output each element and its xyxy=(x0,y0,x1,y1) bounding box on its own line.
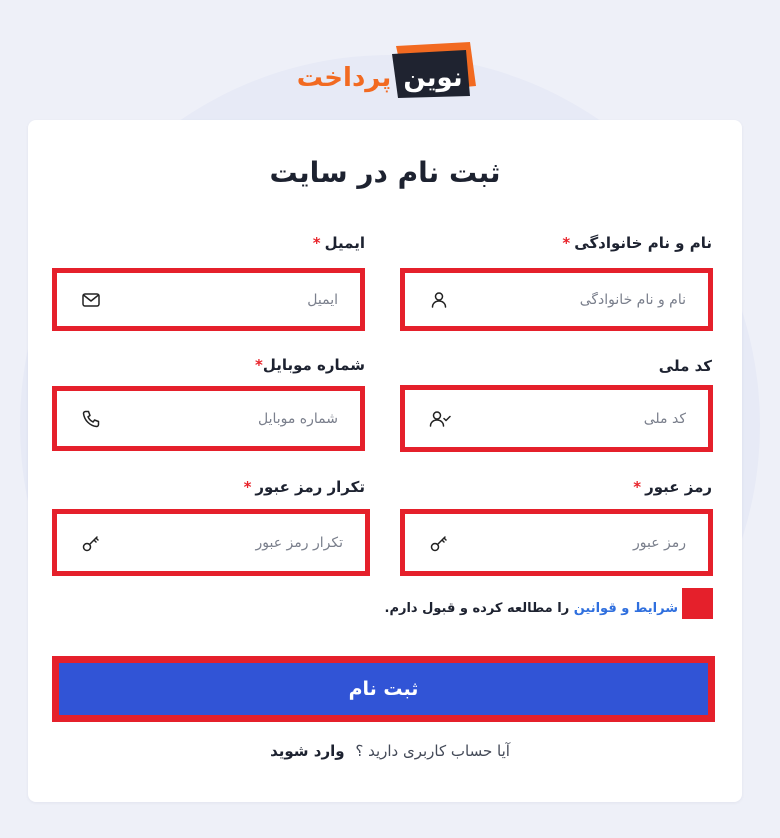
submit-button[interactable]: ثبت نام xyxy=(59,663,708,715)
login-link[interactable]: وارد شوید xyxy=(270,742,344,760)
password-confirm-label-text: تکرار رمز عبور xyxy=(255,478,365,496)
password-confirm-field[interactable] xyxy=(52,509,370,576)
mobile-label-text: شماره موبایل xyxy=(262,356,365,374)
required-mark: * xyxy=(633,478,642,496)
user-check-icon xyxy=(429,410,451,427)
required-mark: * xyxy=(255,356,263,374)
national-code-field[interactable] xyxy=(400,385,713,452)
national-code-input[interactable] xyxy=(457,406,686,431)
password-confirm-input[interactable] xyxy=(109,530,343,555)
phone-icon xyxy=(82,410,100,427)
full-name-label: نام و نام خانوادگی* xyxy=(558,234,712,252)
full-name-input[interactable] xyxy=(457,287,686,312)
password-confirm-label: تکرار رمز عبور* xyxy=(240,478,365,496)
page-title: ثبت نام در سایت xyxy=(269,156,501,189)
password-input[interactable] xyxy=(457,530,686,555)
key-icon xyxy=(82,535,99,551)
full-name-label-text: نام و نام خانوادگی xyxy=(574,234,712,252)
terms-text: شرایط و قوانین را مطالعه کرده و قبول دار… xyxy=(385,601,678,616)
email-input[interactable] xyxy=(109,287,338,312)
email-field[interactable] xyxy=(52,268,365,331)
required-mark: * xyxy=(243,478,252,496)
mobile-field[interactable] xyxy=(52,386,365,451)
mail-icon xyxy=(82,292,100,307)
email-label-text: ایمیل xyxy=(324,234,365,252)
terms-checkbox[interactable] xyxy=(682,588,713,619)
terms-link[interactable]: شرایط و قوانین xyxy=(574,601,678,616)
brand-logo[interactable]: نوین پرداخت xyxy=(288,40,478,106)
mobile-input[interactable] xyxy=(109,406,338,431)
login-prompt-text: آیا حساب کاربری دارید ؟ xyxy=(355,742,510,760)
terms-suffix: را مطالعه کرده و قبول دارم. xyxy=(384,601,574,616)
password-field[interactable] xyxy=(400,509,713,576)
full-name-field[interactable] xyxy=(400,268,713,331)
national-code-label: کد ملی xyxy=(658,357,712,375)
submit-highlight: ثبت نام xyxy=(52,656,715,722)
password-label-text: رمز عبور xyxy=(645,478,712,496)
mobile-label: شماره موبایل* xyxy=(255,356,365,374)
required-mark: * xyxy=(312,234,321,252)
key-icon xyxy=(430,535,447,551)
login-prompt: آیا حساب کاربری دارید ؟ وارد شوید xyxy=(0,742,780,760)
logo-graphic: نوین پرداخت xyxy=(297,42,476,98)
email-label: ایمیل* xyxy=(309,234,365,252)
user-icon xyxy=(431,291,447,308)
svg-text:نوین: نوین xyxy=(403,63,462,93)
password-label: رمز عبور* xyxy=(629,478,712,496)
svg-text:پرداخت: پرداخت xyxy=(297,63,391,93)
required-mark: * xyxy=(562,234,571,252)
